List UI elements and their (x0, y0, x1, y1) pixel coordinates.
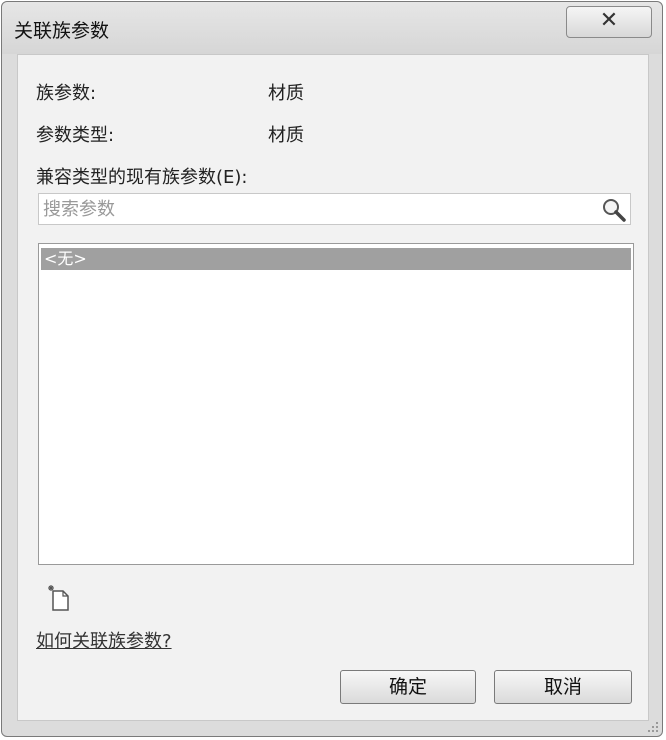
close-icon: ✕ (599, 8, 619, 33)
cancel-button[interactable]: 取消 (494, 670, 632, 704)
associate-family-parameter-dialog: 关联族参数 ✕ 族参数: 材质 参数类型: 材质 兼容类型的现有族参数(E): … (1, 1, 663, 737)
family-parameter-value: 材质 (268, 83, 304, 104)
search-icon[interactable] (601, 197, 627, 223)
search-input[interactable] (43, 194, 593, 224)
close-button[interactable]: ✕ (566, 6, 652, 38)
search-box (38, 193, 631, 225)
parameter-type-value: 材质 (268, 125, 304, 146)
compatible-parameters-label: 兼容类型的现有族参数(E): (36, 167, 248, 188)
resize-grip-icon[interactable] (646, 720, 660, 734)
parameter-list[interactable]: <无> (38, 243, 634, 565)
new-parameter-icon[interactable] (44, 583, 74, 613)
ok-button[interactable]: 确定 (340, 670, 476, 704)
title-bar: 关联族参数 ✕ (2, 2, 662, 54)
list-item[interactable]: <无> (41, 248, 631, 270)
content-panel: 族参数: 材质 参数类型: 材质 兼容类型的现有族参数(E): <无> (17, 54, 649, 721)
help-link[interactable]: 如何关联族参数? (36, 627, 172, 653)
dialog-title: 关联族参数 (14, 20, 110, 42)
parameter-type-label: 参数类型: (36, 125, 115, 146)
family-parameter-label: 族参数: (36, 83, 97, 104)
